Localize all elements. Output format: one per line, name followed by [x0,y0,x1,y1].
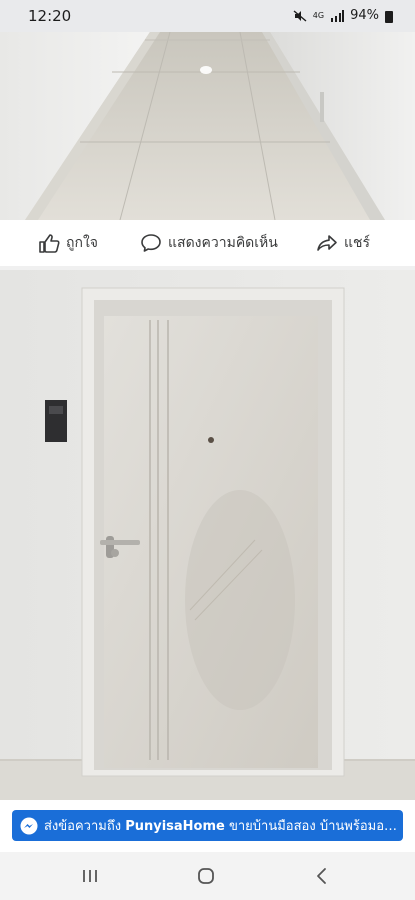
door-image [0,270,415,800]
messenger-icon [20,817,38,834]
status-time: 12:20 [28,7,72,25]
battery-icon [385,10,393,23]
comment-label: แสดงความคิดเห็น [168,235,278,251]
comment-button[interactable]: แสดงความคิดเห็น [140,220,278,266]
back-icon [317,868,326,884]
home-icon [198,868,214,884]
mute-icon [293,9,307,22]
share-arrow-icon [317,235,337,251]
network-type: 4G [312,10,325,20]
android-nav-bar [0,852,415,900]
speech-bubble-icon [141,234,161,252]
banner-suffix: ขายบ้านมือสอง บ้านพร้อมอยู่ บ้... [229,819,403,834]
status-bar: 12:20 4G 94% [0,0,415,32]
banner-prefix: ส่งข้อความถึง [44,819,122,834]
share-button[interactable]: แชร์ [316,220,370,266]
messenger-banner-area: ส่งข้อความถึง PunyisaHome ขายบ้านมือสอง … [0,800,415,852]
hallway-image [0,32,415,220]
share-label: แชร์ [344,235,371,251]
signal-icon [331,9,345,22]
thumbs-up-icon [39,234,60,253]
door-photo[interactable] [0,270,415,800]
home-button[interactable] [191,864,221,888]
send-message-button[interactable]: ส่งข้อความถึง PunyisaHome ขายบ้านมือสอง … [12,810,403,841]
back-button[interactable] [307,864,337,888]
like-button[interactable]: ถูกใจ [38,220,98,266]
recent-apps-button[interactable] [75,864,105,888]
banner-text: ส่งข้อความถึง PunyisaHome ขายบ้านมือสอง … [44,815,403,836]
battery-percent: 94% [350,8,379,23]
banner-page-name: PunyisaHome [125,819,225,834]
hallway-photo[interactable] [0,32,415,220]
like-label: ถูกใจ [66,235,98,251]
post-action-bar: ถูกใจ แสดงความคิดเห็น แชร์ [0,220,415,267]
recent-apps-icon [83,870,97,882]
status-icons: 4G 94% [293,8,393,23]
